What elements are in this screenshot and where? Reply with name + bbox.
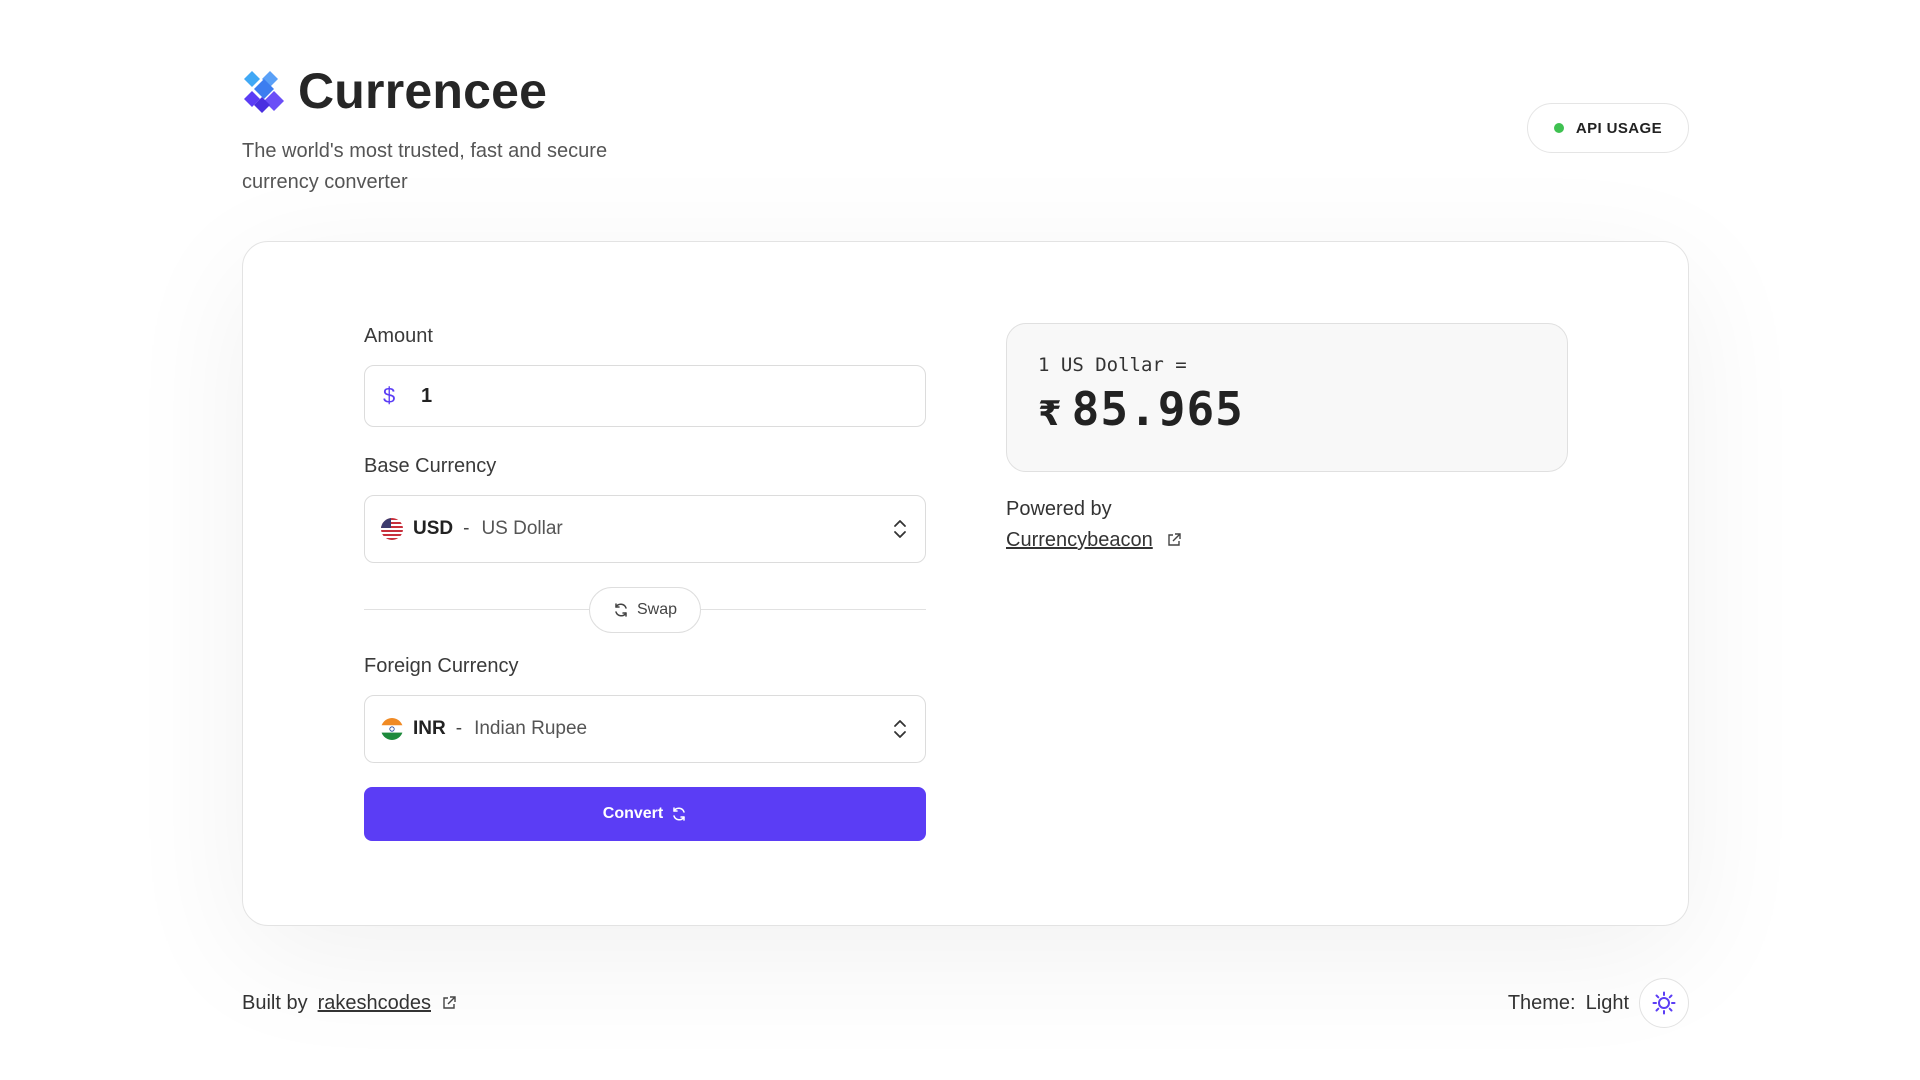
swap-row: Swap bbox=[364, 563, 926, 653]
amount-field[interactable]: $ bbox=[364, 365, 926, 427]
theme-value: Light bbox=[1585, 991, 1629, 1014]
external-link-icon bbox=[443, 996, 456, 1009]
api-usage-label: API USAGE bbox=[1575, 119, 1662, 137]
foreign-currency-name: Indian Rupee bbox=[474, 718, 588, 739]
author-link[interactable]: rakeshcodes bbox=[318, 992, 431, 1015]
dollar-icon: $ bbox=[383, 383, 396, 408]
chevron-up-down-icon bbox=[894, 720, 906, 738]
refresh-icon bbox=[673, 807, 685, 821]
rate-line: 1 US Dollar = bbox=[1038, 354, 1187, 376]
amount-input[interactable] bbox=[421, 384, 907, 408]
convert-button[interactable]: Convert bbox=[364, 787, 926, 841]
built-by-label: Built by bbox=[242, 991, 308, 1014]
foreign-currency-select[interactable]: INR - Indian Rupee bbox=[364, 695, 926, 763]
header: Currencee The world's most trusted, fast… bbox=[242, 60, 1689, 240]
built-by: Built by rakeshcodes bbox=[242, 992, 457, 1015]
api-usage-button[interactable]: API USAGE bbox=[1526, 103, 1689, 153]
theme-toggle-button[interactable] bbox=[1639, 978, 1689, 1028]
theme-label: Theme: bbox=[1507, 991, 1576, 1014]
converter-form: Amount $ Base Currency USD - bbox=[364, 323, 926, 841]
powered-by: Powered by Currencybeacon bbox=[1006, 494, 1182, 556]
swap-label: Swap bbox=[636, 601, 678, 618]
convert-label: Convert bbox=[602, 805, 664, 822]
base-currency-dash: - bbox=[463, 518, 470, 539]
converted-amount: 85.965 bbox=[1071, 382, 1244, 436]
logo: Currencee bbox=[242, 60, 1689, 122]
converter-card: Amount $ Base Currency USD - bbox=[242, 241, 1689, 926]
status-dot-icon bbox=[1553, 123, 1564, 133]
footer: Built by rakeshcodes Theme: Light bbox=[242, 978, 1689, 1028]
india-flag-icon bbox=[381, 718, 403, 740]
provider-link[interactable]: Currencybeacon bbox=[1006, 529, 1153, 551]
base-currency-code: USD bbox=[413, 518, 454, 539]
brand-name: Currencee bbox=[298, 63, 548, 119]
tagline: The world's most trusted, fast and secur… bbox=[242, 140, 608, 193]
converted-value: ₹ 85.965 bbox=[1038, 382, 1536, 436]
swap-button[interactable]: Swap bbox=[589, 587, 701, 633]
theme-switcher: Theme: Light bbox=[1508, 978, 1689, 1028]
rupee-icon: ₹ bbox=[1038, 395, 1062, 433]
foreign-currency-code: INR bbox=[413, 718, 446, 739]
chevron-up-down-icon bbox=[894, 520, 906, 538]
sun-icon bbox=[1652, 991, 1676, 1015]
base-currency-label: Base Currency bbox=[364, 455, 497, 477]
result-panel: 1 US Dollar = ₹ 85.965 bbox=[1006, 323, 1568, 472]
base-currency-select[interactable]: USD - US Dollar bbox=[364, 495, 926, 563]
external-link-icon bbox=[1168, 533, 1182, 546]
logo-icon bbox=[244, 71, 284, 113]
foreign-currency-dash: - bbox=[455, 718, 463, 739]
base-currency-name: US Dollar bbox=[481, 518, 563, 539]
us-flag-icon bbox=[381, 518, 403, 540]
powered-by-label: Powered by bbox=[1006, 498, 1112, 520]
page: Currencee The world's most trusted, fast… bbox=[242, 60, 1689, 1028]
amount-label: Amount bbox=[364, 325, 433, 347]
foreign-currency-label: Foreign Currency bbox=[364, 655, 519, 677]
refresh-icon bbox=[615, 603, 627, 617]
